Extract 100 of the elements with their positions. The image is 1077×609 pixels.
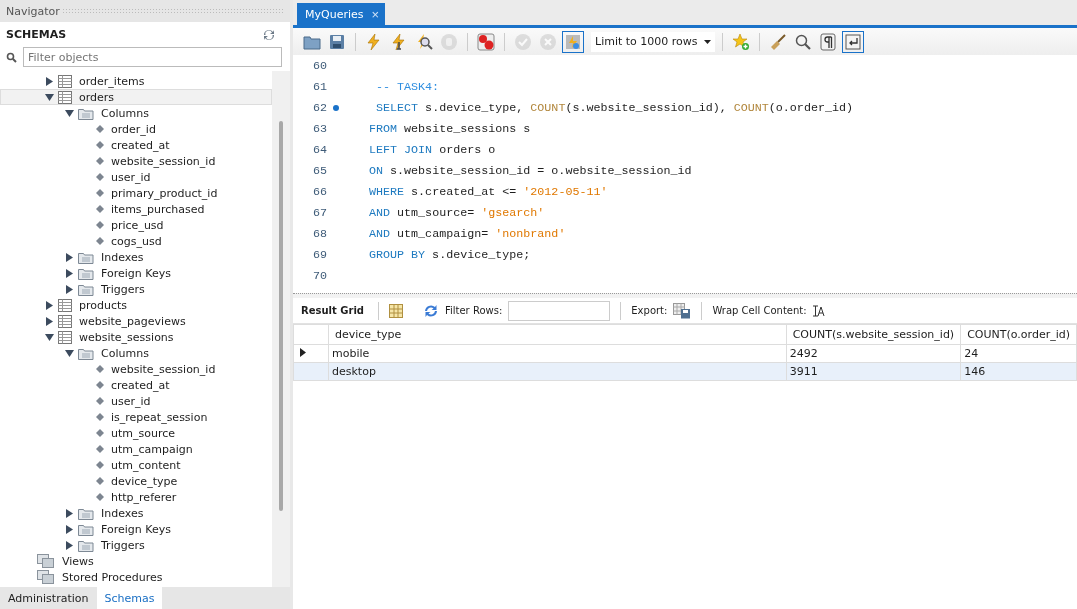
filter-rows-label: Filter Rows: (444, 305, 503, 316)
editor-tab[interactable]: MyQueries × (297, 3, 386, 25)
table-cell: 2492 (786, 344, 961, 363)
code-line: -- TASK4: (375, 79, 440, 94)
tree-item[interactable]: Indexes (0, 249, 272, 265)
folder-icon (78, 522, 94, 536)
tree-item[interactable]: website_session_id (0, 153, 272, 169)
wrap-button[interactable] (842, 30, 864, 53)
statement-marker-icon (333, 104, 339, 111)
folder-icon (78, 346, 94, 360)
line-number: 61 (311, 79, 327, 94)
tree-item[interactable]: website_sessions (0, 329, 272, 345)
tree-item[interactable]: order_items (0, 73, 272, 89)
wrap-text-icon[interactable] (812, 304, 825, 317)
column-header[interactable]: device_type (328, 324, 787, 345)
folder-icon (78, 266, 94, 280)
folder-icon (78, 538, 94, 552)
tree-item[interactable]: device_type (0, 473, 272, 489)
tree-item[interactable]: Indexes (0, 505, 272, 521)
expander-icon[interactable] (65, 108, 74, 118)
scrollbar-thumb[interactable] (279, 121, 283, 511)
caret-icon (704, 39, 711, 44)
expander-icon[interactable] (45, 92, 54, 102)
tree-item[interactable]: user_id (0, 169, 272, 185)
expander-icon[interactable] (45, 316, 54, 326)
tree-item[interactable]: utm_source (0, 425, 272, 441)
code-line: FROM website_sessions s (369, 121, 531, 136)
pilcrow-button[interactable] (817, 30, 839, 53)
expander-icon[interactable] (65, 524, 74, 534)
tree-item[interactable]: orders (0, 89, 272, 105)
export-icon[interactable] (673, 302, 692, 319)
export-label: Export: (631, 305, 668, 316)
table-icon (58, 314, 72, 328)
column-header[interactable]: COUNT(s.website_session_id) (786, 324, 961, 345)
code-line: ON s.website_session_id = o.website_session_id (369, 163, 692, 178)
panel-tab[interactable]: Schemas (96, 587, 163, 609)
line-number: 67 (311, 205, 327, 220)
tree-item[interactable]: Views (0, 553, 272, 569)
line-number: 63 (311, 121, 327, 136)
folder-icon (78, 106, 94, 120)
schemas-heading: SCHEMAS (6, 28, 67, 41)
tree-item[interactable]: price_usd (0, 217, 272, 233)
table-icon (58, 330, 72, 344)
tree-item[interactable]: website_pageviews (0, 313, 272, 329)
expander-icon[interactable] (65, 508, 74, 518)
table-cell: 24 (960, 344, 1077, 363)
tree-item[interactable]: products (0, 297, 272, 313)
tree-item[interactable]: utm_campaign (0, 441, 272, 457)
tree-item[interactable]: items_purchased (0, 201, 272, 217)
tree-item[interactable]: user_id (0, 393, 272, 409)
expander-icon[interactable] (45, 76, 54, 86)
line-number: 68 (311, 226, 327, 241)
tree-item[interactable]: Triggers (0, 537, 272, 553)
panel-tab[interactable]: Administration (0, 587, 97, 609)
navigator-title: Navigator (6, 4, 60, 18)
tree-item[interactable]: order_id (0, 121, 272, 137)
line-number: 64 (311, 142, 327, 157)
expander-icon[interactable] (65, 252, 74, 262)
refresh-icon[interactable] (262, 28, 276, 41)
line-number: 69 (311, 247, 327, 262)
tree-item[interactable]: created_at (0, 137, 272, 153)
tree-item[interactable]: utm_content (0, 457, 272, 473)
folder-icon (78, 250, 94, 264)
expander-icon[interactable] (65, 348, 74, 358)
tree-item[interactable]: Columns (0, 345, 272, 361)
tree-item[interactable]: Foreign Keys (0, 265, 272, 281)
close-button[interactable]: × (371, 7, 380, 21)
tree-item[interactable]: website_session_id (0, 361, 272, 377)
tree-item[interactable]: http_referer (0, 489, 272, 505)
search-icon (6, 51, 17, 63)
tree-item[interactable]: Triggers (0, 281, 272, 297)
limit-dropdown[interactable]: Limit to 1000 rows (591, 31, 715, 52)
column-header[interactable]: COUNT(o.order_id) (960, 324, 1077, 345)
expander-icon[interactable] (65, 540, 74, 550)
filter-rows-field[interactable] (508, 300, 611, 321)
line-number: 62 (311, 100, 327, 115)
table-icon (58, 298, 72, 312)
filter-field[interactable]: Filter objects (23, 47, 282, 67)
wrap-cell-content-label: Wrap Cell Content: (712, 305, 807, 316)
expander-icon[interactable] (45, 300, 54, 310)
tree-item[interactable]: cogs_usd (0, 233, 272, 249)
folder-icon (78, 506, 94, 520)
expander-icon[interactable] (65, 268, 74, 278)
toggle-button[interactable] (562, 30, 584, 53)
error-stop-button[interactable] (475, 30, 497, 53)
tree-item[interactable]: created_at (0, 377, 272, 393)
tree-item[interactable]: Foreign Keys (0, 521, 272, 537)
tree-item[interactable]: primary_product_id (0, 185, 272, 201)
grid-icon[interactable] (388, 303, 403, 318)
expander-icon[interactable] (45, 332, 54, 342)
line-number: 65 (311, 163, 327, 178)
code-line: SELECT s.device_type, COUNT(s.website_session_id), COUNT(o.order_id) (375, 100, 853, 115)
tree-item[interactable]: Columns (0, 105, 272, 121)
expander-icon[interactable] (65, 284, 74, 294)
refresh-icon[interactable] (422, 303, 439, 318)
tree-item[interactable]: Stored Procedures (0, 569, 272, 585)
line-number: 60 (311, 58, 327, 73)
current-row-icon (300, 348, 306, 357)
tree-item[interactable]: is_repeat_session (0, 409, 272, 425)
result-grid-tab[interactable]: Result Grid (297, 305, 368, 316)
